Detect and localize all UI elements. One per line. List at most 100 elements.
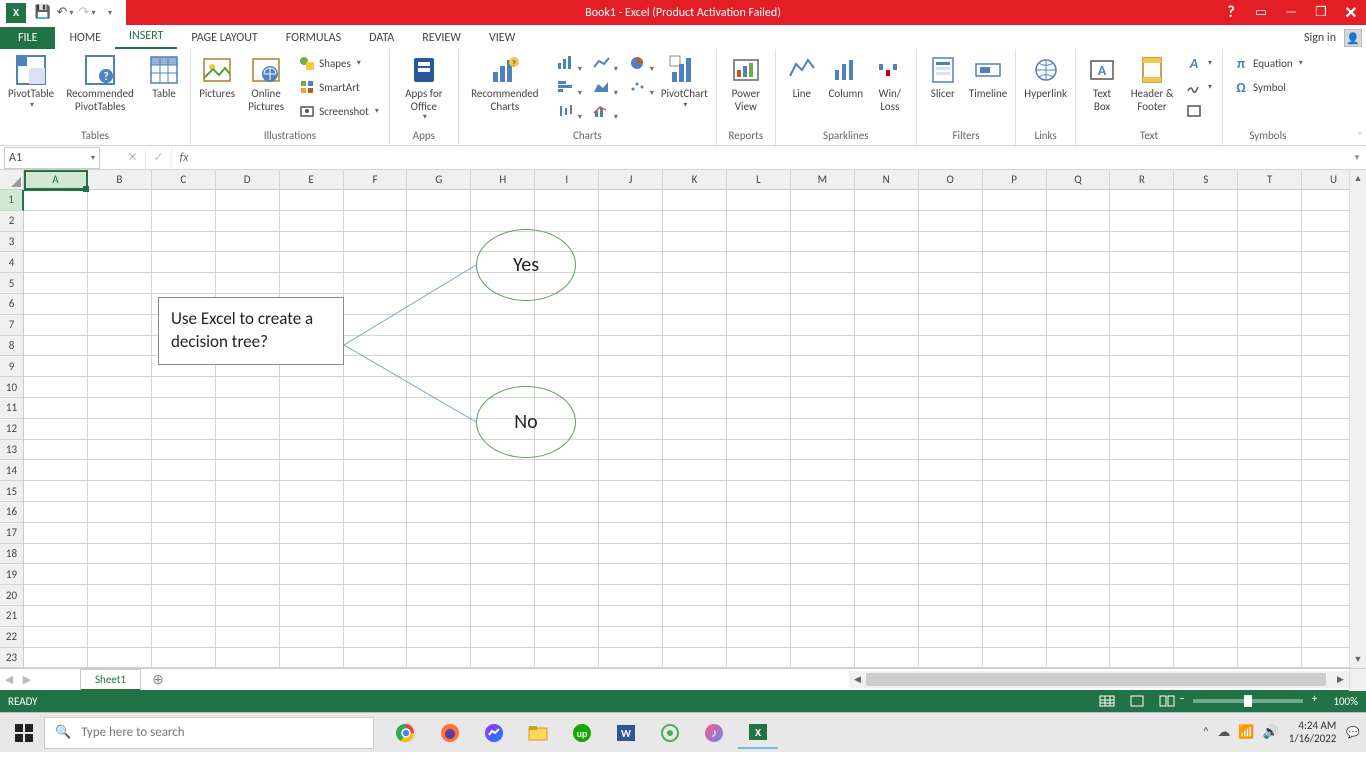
slicer-button[interactable]: Slicer: [923, 52, 963, 101]
cell-S17[interactable]: [1174, 523, 1238, 544]
cell-J20[interactable]: [599, 585, 663, 606]
cell-M15[interactable]: [791, 481, 855, 502]
cell-J3[interactable]: [599, 232, 663, 253]
cell-H7[interactable]: [471, 315, 535, 336]
cell-C21[interactable]: [152, 606, 216, 627]
cell-T19[interactable]: [1238, 564, 1302, 585]
cell-H1[interactable]: [471, 190, 535, 211]
pivot-chart-button[interactable]: PivotChart▾: [659, 52, 710, 110]
cell-F12[interactable]: [344, 419, 408, 440]
no-oval[interactable]: No: [476, 386, 576, 458]
cell-K8[interactable]: [663, 336, 727, 357]
cell-T21[interactable]: [1238, 606, 1302, 627]
cell-O16[interactable]: [919, 502, 983, 523]
cell-P14[interactable]: [983, 460, 1047, 481]
cell-Q9[interactable]: [1047, 356, 1111, 377]
undo-button[interactable]: ↶▾: [54, 2, 76, 24]
cell-A23[interactable]: [24, 648, 88, 668]
cell-S5[interactable]: [1174, 273, 1238, 294]
cell-I15[interactable]: [535, 481, 599, 502]
pivot-table-button[interactable]: PivotTable▾: [6, 52, 56, 110]
cell-H16[interactable]: [471, 502, 535, 523]
header-footer-button[interactable]: Header & Footer: [1126, 52, 1178, 113]
cell-F21[interactable]: [344, 606, 408, 627]
sheet-nav-prev[interactable]: ◀: [0, 673, 18, 686]
cell-H21[interactable]: [471, 606, 535, 627]
zoom-thumb[interactable]: [1244, 695, 1252, 707]
cell-H14[interactable]: [471, 460, 535, 481]
cell-E21[interactable]: [280, 606, 344, 627]
cell-N17[interactable]: [855, 523, 919, 544]
cell-O19[interactable]: [919, 564, 983, 585]
cell-R16[interactable]: [1110, 502, 1174, 523]
cell-E11[interactable]: [280, 398, 344, 419]
cell-T9[interactable]: [1238, 356, 1302, 377]
cell-J4[interactable]: [599, 252, 663, 273]
cell-J11[interactable]: [599, 398, 663, 419]
cell-T6[interactable]: [1238, 294, 1302, 315]
tab-view[interactable]: VIEW: [475, 27, 529, 49]
cell-N3[interactable]: [855, 232, 919, 253]
cell-K12[interactable]: [663, 419, 727, 440]
cell-O14[interactable]: [919, 460, 983, 481]
cell-H20[interactable]: [471, 585, 535, 606]
cell-S15[interactable]: [1174, 481, 1238, 502]
cell-C10[interactable]: [152, 377, 216, 398]
cell-D13[interactable]: [216, 440, 280, 461]
cell-N4[interactable]: [855, 252, 919, 273]
cell-J18[interactable]: [599, 544, 663, 565]
cell-O7[interactable]: [919, 315, 983, 336]
taskbar-firefox[interactable]: [430, 717, 470, 749]
column-header-T[interactable]: T: [1238, 170, 1302, 189]
cell-J8[interactable]: [599, 336, 663, 357]
restore-button[interactable]: ❐: [1306, 0, 1336, 25]
cell-M18[interactable]: [791, 544, 855, 565]
cell-N11[interactable]: [855, 398, 919, 419]
cell-A11[interactable]: [24, 398, 88, 419]
cell-S13[interactable]: [1174, 440, 1238, 461]
cell-G17[interactable]: [407, 523, 471, 544]
cell-E5[interactable]: [280, 273, 344, 294]
cell-D2[interactable]: [216, 211, 280, 232]
tray-chevron-up-icon[interactable]: ˄: [1202, 725, 1209, 740]
cell-I14[interactable]: [535, 460, 599, 481]
row-header-12[interactable]: 12: [0, 419, 23, 440]
column-header-O[interactable]: O: [919, 170, 983, 189]
apps-for-office-button[interactable]: Apps for Office▾: [396, 52, 452, 122]
cell-O4[interactable]: [919, 252, 983, 273]
cell-F4[interactable]: [344, 252, 408, 273]
cell-A4[interactable]: [24, 252, 88, 273]
signature-line-button[interactable]: ▾: [1182, 76, 1216, 98]
row-header-21[interactable]: 21: [0, 606, 23, 627]
cell-T16[interactable]: [1238, 502, 1302, 523]
cell-R9[interactable]: [1110, 356, 1174, 377]
cell-I8[interactable]: [535, 336, 599, 357]
cell-O23[interactable]: [919, 648, 983, 668]
cell-E2[interactable]: [280, 211, 344, 232]
cell-D21[interactable]: [216, 606, 280, 627]
cell-B19[interactable]: [88, 564, 152, 585]
cell-O1[interactable]: [919, 190, 983, 211]
cell-B8[interactable]: [88, 336, 152, 357]
cell-T7[interactable]: [1238, 315, 1302, 336]
cell-L12[interactable]: [727, 419, 791, 440]
collapse-ribbon-button[interactable]: ˇ: [1358, 130, 1362, 143]
cell-B6[interactable]: [88, 294, 152, 315]
pie-chart-button[interactable]: ▾: [621, 52, 655, 74]
cell-S14[interactable]: [1174, 460, 1238, 481]
horizontal-scrollbar[interactable]: ◀ ▶: [849, 671, 1349, 688]
cell-E16[interactable]: [280, 502, 344, 523]
cell-S4[interactable]: [1174, 252, 1238, 273]
cell-R22[interactable]: [1110, 627, 1174, 648]
row-header-3[interactable]: 3: [0, 232, 23, 253]
add-sheet-button[interactable]: ⊕: [147, 671, 169, 688]
cell-M8[interactable]: [791, 336, 855, 357]
row-header-16[interactable]: 16: [0, 502, 23, 523]
cell-F6[interactable]: [344, 294, 408, 315]
cell-R21[interactable]: [1110, 606, 1174, 627]
cell-G12[interactable]: [407, 419, 471, 440]
tab-insert[interactable]: INSERT: [115, 25, 177, 49]
cell-P15[interactable]: [983, 481, 1047, 502]
row-header-22[interactable]: 22: [0, 627, 23, 648]
cell-E18[interactable]: [280, 544, 344, 565]
